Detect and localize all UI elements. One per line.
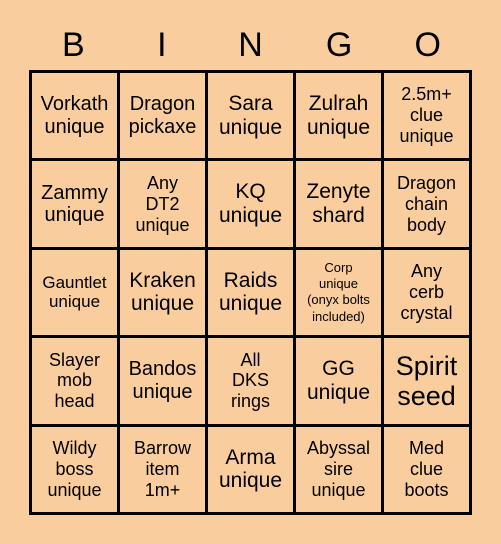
bingo-cell-r5c4[interactable]: Abyssal sire unique xyxy=(296,426,384,515)
bingo-cell-r5c3[interactable]: Arma unique xyxy=(208,426,296,515)
bingo-cell-label: Kraken unique xyxy=(129,268,196,316)
bingo-header-letter-o: O xyxy=(414,26,441,64)
bingo-cell-label: Corp unique (onyx bolts included) xyxy=(307,259,370,324)
bingo-card: B I N G O Vorkath unique Dragon pickaxe Sa… xyxy=(0,0,501,544)
bingo-cell-label: Dragon pickaxe xyxy=(128,93,197,138)
bingo-cell-label: Abyssal sire unique xyxy=(306,437,371,500)
bingo-cell-r1c4[interactable]: Zulrah unique xyxy=(296,73,384,162)
bingo-cell-label: Med clue boots xyxy=(404,437,449,500)
bingo-cell-r2c1[interactable]: Zammy unique xyxy=(32,161,120,250)
bingo-cell-label: All DKS rings xyxy=(230,349,270,412)
bingo-cell-label: KQ unique xyxy=(218,180,283,228)
bingo-cell-label: Wildy boss unique xyxy=(47,437,102,500)
bingo-cell-r1c1[interactable]: Vorkath unique xyxy=(32,73,120,162)
bingo-cell-label: Dragon chain body xyxy=(396,172,457,235)
bingo-header-letter-i: I xyxy=(157,26,167,64)
bingo-header-letter-b: B xyxy=(61,26,85,64)
bingo-cell-label: Zulrah unique xyxy=(306,91,371,139)
bingo-cell-label: GG unique xyxy=(306,357,371,404)
bingo-cell-r5c1[interactable]: Wildy boss unique xyxy=(32,426,120,515)
bingo-cell-label: Zenyte shard xyxy=(306,180,371,228)
bingo-cell-label: Gauntlet unique xyxy=(42,272,107,312)
bingo-cell-r1c2[interactable]: Dragon pickaxe xyxy=(120,73,208,162)
bingo-cell-r2c3[interactable]: KQ unique xyxy=(208,161,296,250)
bingo-cell-label: Sara unique xyxy=(218,91,283,139)
bingo-cell-r4c5[interactable]: Spirit seed xyxy=(384,338,472,427)
bingo-cell-r5c5[interactable]: Med clue boots xyxy=(384,426,472,515)
bingo-cell-label: Any cerb crystal xyxy=(400,261,453,323)
bingo-cell-r2c5[interactable]: Dragon chain body xyxy=(384,161,472,250)
bingo-cell-r1c5[interactable]: 2.5m+ clue unique xyxy=(384,73,472,162)
bingo-cell-r4c1[interactable]: Slayer mob head xyxy=(32,338,120,427)
bingo-cell-r2c4[interactable]: Zenyte shard xyxy=(296,161,384,250)
bingo-cell-r5c2[interactable]: Barrow item 1m+ xyxy=(120,426,208,515)
bingo-cell-r3c5[interactable]: Any cerb crystal xyxy=(384,249,472,339)
bingo-cell-r4c3[interactable]: All DKS rings xyxy=(208,338,296,427)
bingo-cell-label: Arma unique xyxy=(218,445,283,493)
bingo-cell-label: Any DT2 unique xyxy=(135,172,190,235)
bingo-cell-label: Slayer mob head xyxy=(48,349,101,412)
bingo-cell-r4c2[interactable]: Bandos unique xyxy=(120,338,208,427)
bingo-cell-label: Vorkath unique xyxy=(40,93,109,138)
bingo-cell-r1c3[interactable]: Sara unique xyxy=(208,73,296,162)
bingo-cell-r3c1[interactable]: Gauntlet unique xyxy=(32,249,120,339)
bingo-cell-r2c2[interactable]: Any DT2 unique xyxy=(120,161,208,250)
bingo-cell-label: Spirit seed xyxy=(395,350,458,411)
bingo-header-letter-g: G xyxy=(325,26,353,64)
bingo-grid: Vorkath unique Dragon pickaxe Sara unique Z… xyxy=(29,70,472,515)
bingo-cell-r3c2[interactable]: Kraken unique xyxy=(120,249,208,339)
bingo-cell-label: Zammy unique xyxy=(41,181,108,227)
bingo-cell-label: Raids unique xyxy=(218,268,283,316)
bingo-header-letter-n: N xyxy=(238,26,263,64)
bingo-cell-label: 2.5m+ clue unique xyxy=(399,84,454,147)
bingo-cell-label: Bandos unique xyxy=(128,358,197,403)
bingo-header-row: B I N G O xyxy=(29,22,472,68)
bingo-cell-r3c3[interactable]: Raids unique xyxy=(208,249,296,339)
bingo-cell-label: Barrow item 1m+ xyxy=(133,437,191,500)
bingo-cell-r4c4[interactable]: GG unique xyxy=(296,338,384,427)
bingo-cell-r3c4[interactable]: Corp unique (onyx bolts included) xyxy=(296,249,384,339)
